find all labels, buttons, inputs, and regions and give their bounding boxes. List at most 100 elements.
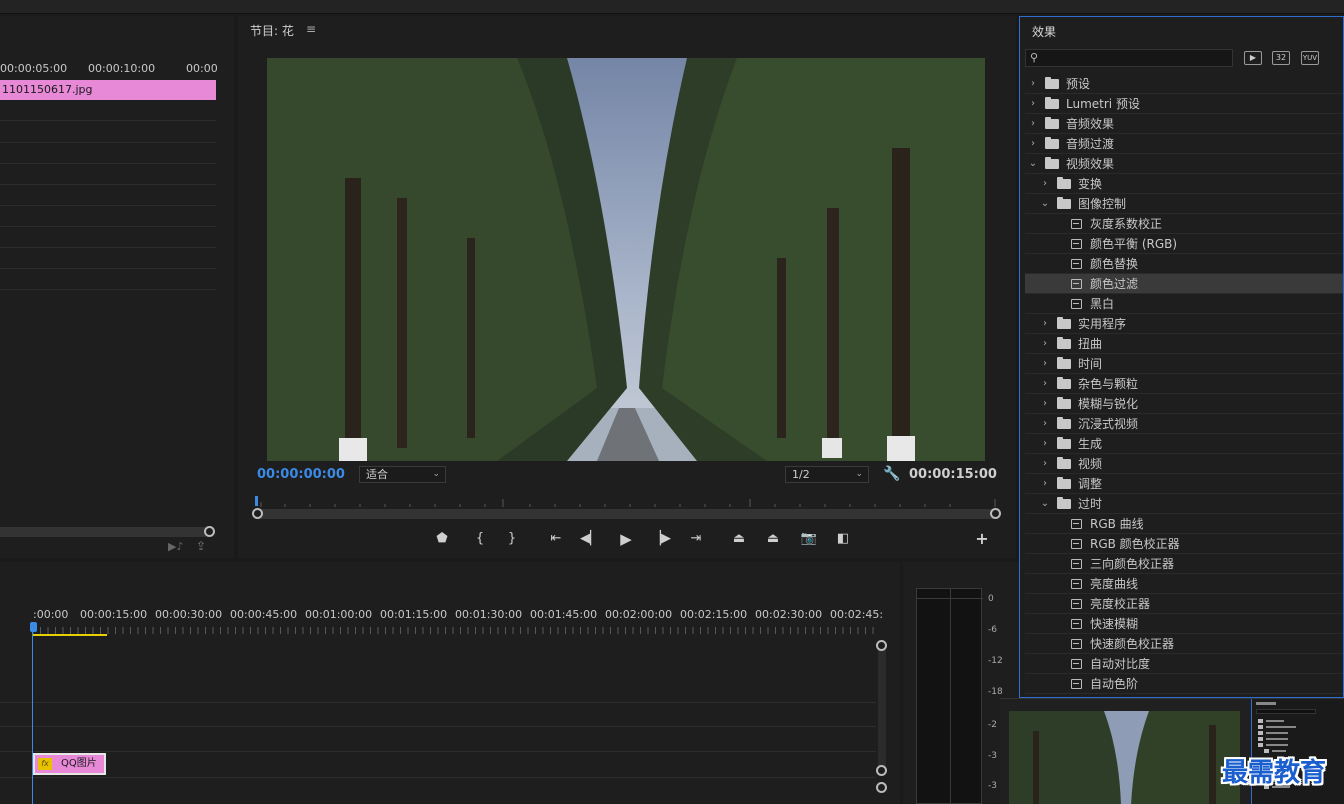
effects-tree-item[interactable]: 灰度系数校正 (1025, 214, 1343, 234)
mark-in-icon[interactable]: { (470, 529, 490, 549)
effects-tree-item[interactable]: › 视频 (1025, 454, 1343, 474)
compare-icon[interactable]: ◧ (833, 529, 853, 549)
chevron-right-icon[interactable]: › (1039, 474, 1051, 494)
mark-out-icon[interactable]: } (502, 529, 522, 549)
go-to-in-icon[interactable]: ⇤ (546, 529, 566, 549)
meter-box (916, 588, 983, 804)
program-scrub-bar[interactable] (260, 509, 994, 519)
timeline-vertical-scrollbar[interactable] (878, 642, 886, 772)
playhead-handle[interactable] (30, 622, 37, 632)
chevron-right-icon[interactable]: › (1027, 74, 1039, 94)
effects-tree-item[interactable]: ⌄ 视频效果 (1025, 154, 1343, 174)
scroll-handle[interactable] (204, 526, 215, 537)
step-back-icon[interactable]: ◀▏ (580, 529, 600, 549)
export-frame-icon[interactable]: 📷 (799, 529, 819, 549)
source-clip[interactable]: 1101150617.jpg (0, 80, 216, 100)
hamburger-icon[interactable]: ≡ (306, 22, 316, 36)
folder-icon (1045, 117, 1059, 129)
32bit-effects-button[interactable]: 32 (1272, 51, 1290, 65)
chevron-right-icon[interactable]: › (1027, 94, 1039, 114)
effects-tree-item[interactable]: › 变换 (1025, 174, 1343, 194)
work-area-bar[interactable] (33, 634, 107, 636)
scrub-end-handle[interactable] (990, 508, 1001, 519)
timeline-ticks[interactable] (33, 624, 875, 634)
scrub-start-handle[interactable] (252, 508, 263, 519)
chevron-right-icon[interactable]: › (1027, 114, 1039, 134)
effects-tree-item[interactable]: › 杂色与颗粒 (1025, 374, 1343, 394)
effects-tree-item[interactable]: 亮度曲线 (1025, 574, 1343, 594)
effects-tree-label: 灰度系数校正 (1090, 217, 1163, 231)
source-scrollbar[interactable] (0, 527, 210, 537)
effects-tree-item[interactable]: 黑白 (1025, 294, 1343, 314)
scroll-handle-top[interactable] (876, 640, 887, 651)
effects-tree-item[interactable]: › 音频过渡 (1025, 134, 1343, 154)
effects-tree-item[interactable]: 三向颜色校正器 (1025, 554, 1343, 574)
effects-tree-item[interactable]: RGB 曲线 (1025, 514, 1343, 534)
effects-tree-item[interactable]: ⌄ 过时 (1025, 494, 1343, 514)
audio-icon[interactable]: ▶♪ (168, 540, 183, 553)
resolution-select[interactable]: 1/2 ⌄ (785, 466, 869, 483)
divider (0, 268, 216, 269)
effects-tree-item[interactable]: 颜色过滤 (1025, 274, 1343, 294)
effects-tree-item[interactable]: › 沉浸式视频 (1025, 414, 1343, 434)
mini-row (1258, 731, 1328, 735)
export-icon[interactable]: ⇪ (196, 539, 206, 553)
mini-row (1258, 725, 1328, 729)
program-time-ruler[interactable] (255, 496, 997, 508)
scroll-handle-lower[interactable] (876, 782, 887, 793)
effects-tree-item[interactable]: ⌄ 图像控制 (1025, 194, 1343, 214)
scroll-handle-bottom[interactable] (876, 765, 887, 776)
effects-tree-label: 颜色平衡 (RGB) (1090, 237, 1178, 251)
effects-tree-item[interactable]: › 时间 (1025, 354, 1343, 374)
current-timecode[interactable]: 00:00:00:00 (257, 467, 345, 482)
chevron-right-icon[interactable]: › (1039, 334, 1051, 354)
chevron-right-icon[interactable]: › (1027, 134, 1039, 154)
chevron-down-icon[interactable]: ⌄ (1027, 154, 1039, 174)
effects-tree-item[interactable]: › 扭曲 (1025, 334, 1343, 354)
effects-tree-item[interactable]: › 实用程序 (1025, 314, 1343, 334)
extract-icon[interactable]: ⏏ (763, 529, 783, 549)
effects-tree-item[interactable]: RGB 颜色校正器 (1025, 534, 1343, 554)
go-to-out-icon[interactable]: ⇥ (686, 529, 706, 549)
add-button-icon[interactable]: + (972, 529, 992, 549)
effects-tree-label: 调整 (1078, 477, 1103, 491)
chevron-right-icon[interactable]: › (1039, 174, 1051, 194)
chevron-right-icon[interactable]: › (1039, 454, 1051, 474)
effects-tree-item[interactable]: › 模糊与锐化 (1025, 394, 1343, 414)
effect-icon (1071, 279, 1082, 289)
timeline-ruler-label: 00:01:30:00 (455, 608, 523, 621)
effects-tree-item[interactable]: 快速颜色校正器 (1025, 634, 1343, 654)
chevron-down-icon[interactable]: ⌄ (1039, 494, 1051, 514)
chevron-down-icon[interactable]: ⌄ (1039, 194, 1051, 214)
chevron-right-icon[interactable]: › (1039, 314, 1051, 334)
effects-tree-item[interactable]: 颜色替换 (1025, 254, 1343, 274)
accelerated-effects-button[interactable]: ▶ (1244, 51, 1262, 65)
effects-tree-item[interactable]: 快速模糊 (1025, 614, 1343, 634)
effects-tree-item[interactable]: › 生成 (1025, 434, 1343, 454)
play-icon[interactable]: ▶ (616, 529, 636, 549)
effects-tree-item[interactable]: › 调整 (1025, 474, 1343, 494)
effects-tree-item[interactable]: › 预设 (1025, 74, 1343, 94)
step-forward-icon[interactable]: ▕▶ (651, 529, 671, 549)
chevron-right-icon[interactable]: › (1039, 374, 1051, 394)
timeline-clip-label: QQ图片 (61, 758, 97, 769)
yuv-effects-button[interactable]: YUV (1301, 51, 1319, 65)
effects-tree-item[interactable]: › Lumetri 预设 (1025, 94, 1343, 114)
effect-icon (1071, 559, 1082, 569)
effects-tree-item[interactable]: 自动对比度 (1025, 654, 1343, 674)
fit-select[interactable]: 适合 ⌄ (359, 466, 446, 483)
chevron-right-icon[interactable]: › (1039, 414, 1051, 434)
chevron-right-icon[interactable]: › (1039, 354, 1051, 374)
effects-tree-item[interactable]: 自动色阶 (1025, 674, 1343, 694)
marker-icon[interactable]: ⬟ (432, 529, 452, 549)
timeline-clip[interactable]: fx QQ图片 (33, 753, 106, 775)
chevron-right-icon[interactable]: › (1039, 394, 1051, 414)
effects-tree-item[interactable]: 颜色平衡 (RGB) (1025, 234, 1343, 254)
effects-tree-item[interactable]: › 音频效果 (1025, 114, 1343, 134)
effects-search-input[interactable]: ⚲ (1025, 49, 1233, 67)
effects-tree-item[interactable]: 亮度校正器 (1025, 594, 1343, 614)
chevron-right-icon[interactable]: › (1039, 434, 1051, 454)
lift-icon[interactable]: ⏏ (729, 529, 749, 549)
wrench-icon[interactable]: 🔧 (883, 466, 900, 482)
effects-tree-label: 实用程序 (1078, 317, 1127, 331)
